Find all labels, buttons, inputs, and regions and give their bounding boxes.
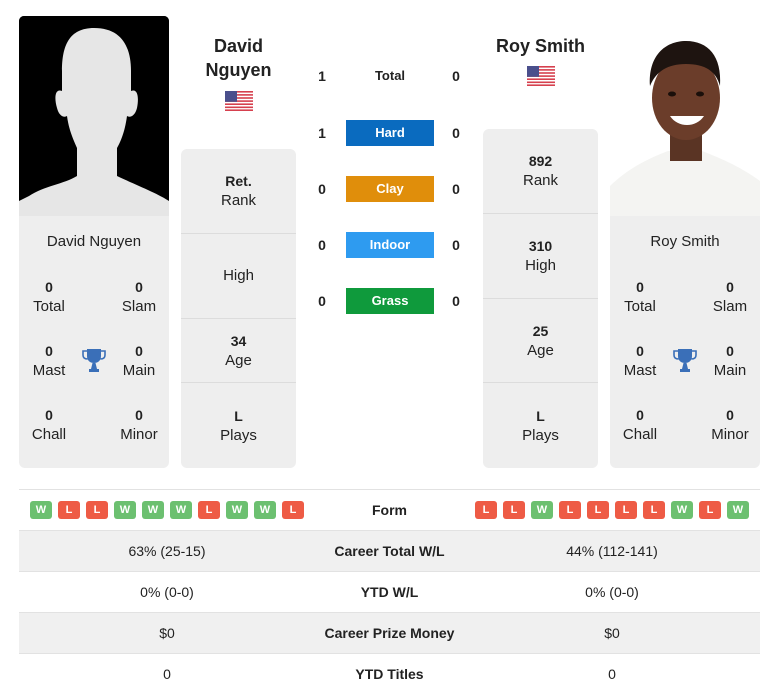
titles-card-player-name: David Nguyen [46,233,142,250]
prize-money-right: $0 [604,625,620,641]
form-badge-win[interactable]: W [226,501,248,519]
table-row: 0 YTD Titles 0 [19,653,760,694]
form-badge-loss[interactable]: L [615,501,637,519]
table-row: 0% (0-0) YTD W/L 0% (0-0) [19,571,760,612]
trophy-icon [673,349,697,372]
info-high: High [181,234,296,319]
h2h-right-count: 0 [452,68,460,84]
ytd-titles-label: YTD Titles [355,666,424,682]
h2h-right-count: 0 [452,181,460,197]
info-rank: 892 Rank [483,129,598,214]
form-badge-win[interactable]: W [30,501,52,519]
surface-badge-hard[interactable]: Hard [346,120,434,146]
prize-money-left: $0 [159,625,175,641]
trophy-icon [82,349,106,372]
player-left-last-name: Nguyen [205,60,272,80]
titles-minor: 0 Minor [120,407,158,443]
info-plays: L Plays [220,407,257,444]
titles-slam: 0 Slam [712,279,748,315]
h2h-row-grass: 0 Grass 0 [310,288,470,314]
h2h-left-count: 0 [318,293,326,309]
form-badge-loss[interactable]: L [699,501,721,519]
h2h-right-count: 0 [452,293,460,309]
career-wl-right: 44% (112-141) [566,543,658,559]
titles-masters: 0 Mast [32,343,66,379]
titles-total: 0 Total [33,279,65,315]
h2h-left-count: 0 [318,181,326,197]
form-badge-win[interactable]: W [170,501,192,519]
h2h-left-count: 1 [318,68,326,84]
h2h-right-count: 0 [452,125,460,141]
form-badge-loss[interactable]: L [559,501,581,519]
h2h-left-count: 0 [318,237,326,253]
titles-slam: 0 Slam [121,279,157,315]
prize-money-label: Career Prize Money [324,625,455,641]
titles-minor: 0 Minor [711,407,749,443]
us-flag-icon [225,91,253,111]
titles-total: 0 Total [624,279,656,315]
surface-badge-indoor[interactable]: Indoor [346,232,434,258]
form-badge-loss[interactable]: L [475,501,497,519]
h2h-left-count: 1 [318,125,326,141]
career-wl-label: Career Total W/L [334,543,445,559]
player-left-first-name: David [213,36,264,56]
form-badge-loss[interactable]: L [198,501,220,519]
form-badge-win[interactable]: W [254,501,276,519]
table-row: 63% (25-15) Career Total W/L 44% (112-14… [19,530,760,571]
form-badge-loss[interactable]: L [58,501,80,519]
h2h-label-total: Total [374,68,406,83]
ytd-titles-right: 0 [608,666,616,682]
player-right-form: LLWLLLLWLW [464,501,760,519]
info-high: 310 High [483,214,598,299]
h2h-right-count: 0 [452,237,460,253]
ytd-wl-left: 0% (0-0) [140,584,194,600]
ytd-titles-left: 0 [163,666,171,682]
form-badge-win[interactable]: W [727,501,749,519]
us-flag-icon [527,66,555,86]
info-age: 34 Age [181,319,296,383]
form-row: WLLWWWLWWL Form LLWLLLLWLW [19,489,760,530]
player-left-photo [19,16,169,216]
form-badge-win[interactable]: W [671,501,693,519]
h2h-row-clay: 0 Clay 0 [310,176,470,202]
titles-main: 0 Main [713,343,747,379]
player-portrait-icon [610,16,760,216]
form-badge-win[interactable]: W [531,501,553,519]
titles-main: 0 Main [122,343,156,379]
career-wl-left: 63% (25-15) [128,543,206,559]
titles-masters: 0 Mast [623,343,657,379]
player-left-name[interactable]: David Nguyen [180,34,297,82]
player-left-form: WLLWWWLWWL [19,501,315,519]
surface-badge-clay[interactable]: Clay [346,176,434,202]
info-rank: Ret. Rank [181,149,296,234]
player-right-name[interactable]: Roy Smith [482,34,599,58]
titles-challenger: 0 Chall [622,407,658,443]
h2h-row-hard: 1 Hard 0 [310,120,470,146]
form-label: Form [372,502,407,518]
form-badge-win[interactable]: W [114,501,136,519]
h2h-row-indoor: 0 Indoor 0 [310,232,470,258]
info-plays: L Plays [522,407,559,444]
info-age: 25 Age [483,299,598,383]
player-right-photo [610,16,760,216]
ytd-wl-right: 0% (0-0) [585,584,639,600]
comparison-table: WLLWWWLWWL Form LLWLLLLWLW 63% (25-15) C… [19,489,760,694]
silhouette-icon [19,16,169,216]
form-badge-loss[interactable]: L [282,501,304,519]
form-badge-win[interactable]: W [142,501,164,519]
h2h-row-total: 1 Total 0 [310,63,470,89]
player-left-titles-card: David Nguyen 0 Total 0 Slam 0 Mast 0 Main 0C… [19,216,169,468]
ytd-wl-label: YTD W/L [360,584,419,600]
player-right-titles-card: Roy Smith 0 Total 0 Slam 0 Mast 0 Main 0 Chal… [610,216,760,468]
titles-challenger: 0 Chall [31,407,67,443]
titles-card-player-name: Roy Smith [650,233,720,250]
form-badge-loss[interactable]: L [503,501,525,519]
form-badge-loss[interactable]: L [643,501,665,519]
form-badge-loss[interactable]: L [86,501,108,519]
player-left-info-card: Ret. Rank High 34 Age L Plays [181,149,296,468]
form-badge-loss[interactable]: L [587,501,609,519]
table-row: $0 Career Prize Money $0 [19,612,760,653]
surface-badge-grass[interactable]: Grass [346,288,434,314]
player-right-info-card: 892 Rank 310 High 25 Age L Plays [483,129,598,468]
